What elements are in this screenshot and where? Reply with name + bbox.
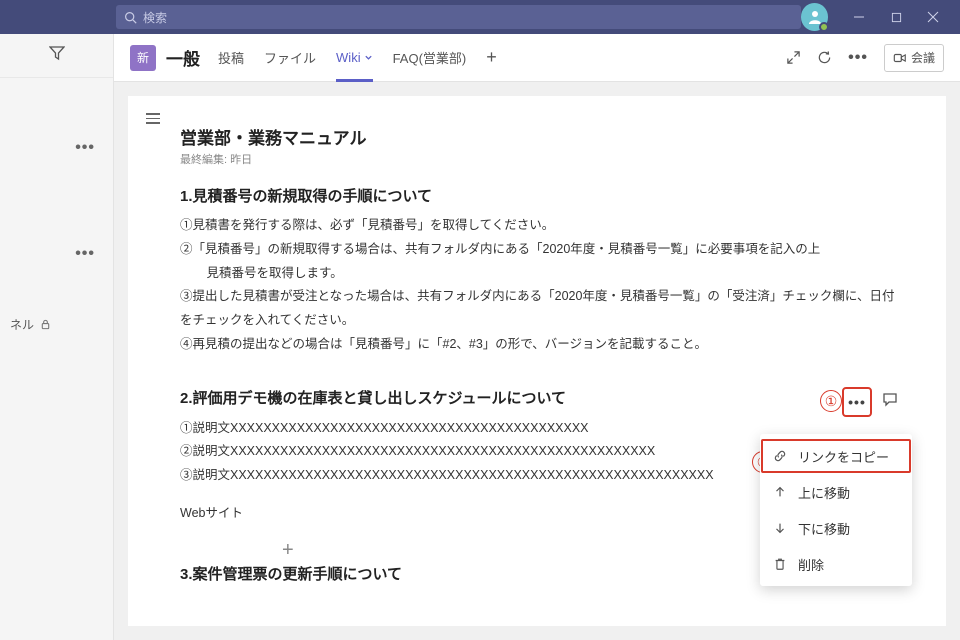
callout-1: ① (820, 390, 842, 412)
arrow-up-icon (772, 485, 788, 499)
search-icon (124, 11, 137, 24)
minimize-button[interactable] (840, 0, 877, 34)
wiki-page: 営業部・業務マニュアル 最終編集: 昨日 1.見積番号の新規取得の手順について … (128, 96, 946, 626)
body-text[interactable]: ④再見積の提出などの場合は「見積番号」に「#2、#3」の形で、バージョンを記載す… (180, 333, 898, 357)
search-input[interactable]: 検索 (116, 5, 801, 29)
add-section-button[interactable]: + (282, 539, 294, 562)
sidebar-more-1[interactable]: ••• (0, 130, 113, 166)
section-context-menu: リンクをコピー 上に移動 下に移動 削除 (760, 434, 912, 586)
trash-icon (772, 557, 788, 571)
section-1-title[interactable]: 1.見積番号の新規取得の手順について (180, 185, 898, 206)
body-text[interactable]: ③提出した見積書が受注となった場合は、共有フォルダ内にある「2020年度・見積番… (180, 285, 898, 333)
team-badge[interactable]: 新 (130, 45, 156, 71)
page-title[interactable]: 営業部・業務マニュアル (180, 124, 898, 149)
sidebar-more-2[interactable]: ••• (0, 236, 113, 272)
add-tab-button[interactable]: + (486, 47, 497, 68)
section-2-title[interactable]: 2.評価用デモ機の在庫表と貸し出しスケジュールについて (180, 387, 842, 408)
meet-button[interactable]: 会議 (884, 44, 944, 72)
tab-faq[interactable]: FAQ(営業部) (393, 34, 467, 82)
filter-icon[interactable] (49, 45, 65, 66)
avatar[interactable] (801, 3, 828, 31)
chevron-down-icon (364, 53, 373, 62)
sidebar-channel-item[interactable]: ネル (0, 306, 113, 342)
sidebar-top (0, 34, 113, 78)
body-text[interactable]: 見積番号を取得します。 (180, 262, 898, 286)
body-text[interactable]: ②「見積番号」の新規取得する場合は、共有フォルダ内にある「2020年度・見積番号… (180, 238, 898, 262)
arrow-down-icon (772, 521, 788, 535)
title-bar: 検索 (0, 0, 960, 34)
channel-name: 一般 (166, 45, 200, 70)
lock-icon (40, 319, 51, 330)
hamburger-icon[interactable] (146, 110, 160, 127)
channel-sidebar: ••• ••• ネル (0, 34, 114, 640)
close-button[interactable] (915, 0, 952, 34)
tab-wiki[interactable]: Wiki (336, 34, 373, 82)
tab-posts[interactable]: 投稿 (218, 34, 244, 82)
camera-icon (893, 51, 907, 65)
channel-header: 新 一般 投稿 ファイル Wiki FAQ(営業部) + ••• 会議 (114, 34, 960, 82)
page-meta: 最終編集: 昨日 (180, 151, 898, 167)
menu-move-up[interactable]: 上に移動 (760, 474, 912, 510)
expand-icon[interactable] (786, 50, 801, 65)
tab-files[interactable]: ファイル (264, 34, 316, 82)
section-more-button[interactable]: ••• (842, 387, 872, 417)
presence-indicator (819, 22, 829, 32)
refresh-icon[interactable] (817, 50, 832, 65)
menu-delete[interactable]: 削除 (760, 546, 912, 582)
body-text[interactable]: ①見積書を発行する際は、必ず「見積番号」を取得してください。 (180, 214, 898, 238)
link-icon (772, 449, 788, 463)
comment-icon[interactable] (882, 391, 898, 412)
maximize-button[interactable] (878, 0, 915, 34)
menu-copy-link[interactable]: リンクをコピー (760, 438, 912, 474)
more-icon[interactable]: ••• (848, 49, 868, 67)
menu-move-down[interactable]: 下に移動 (760, 510, 912, 546)
search-placeholder: 検索 (143, 9, 167, 26)
